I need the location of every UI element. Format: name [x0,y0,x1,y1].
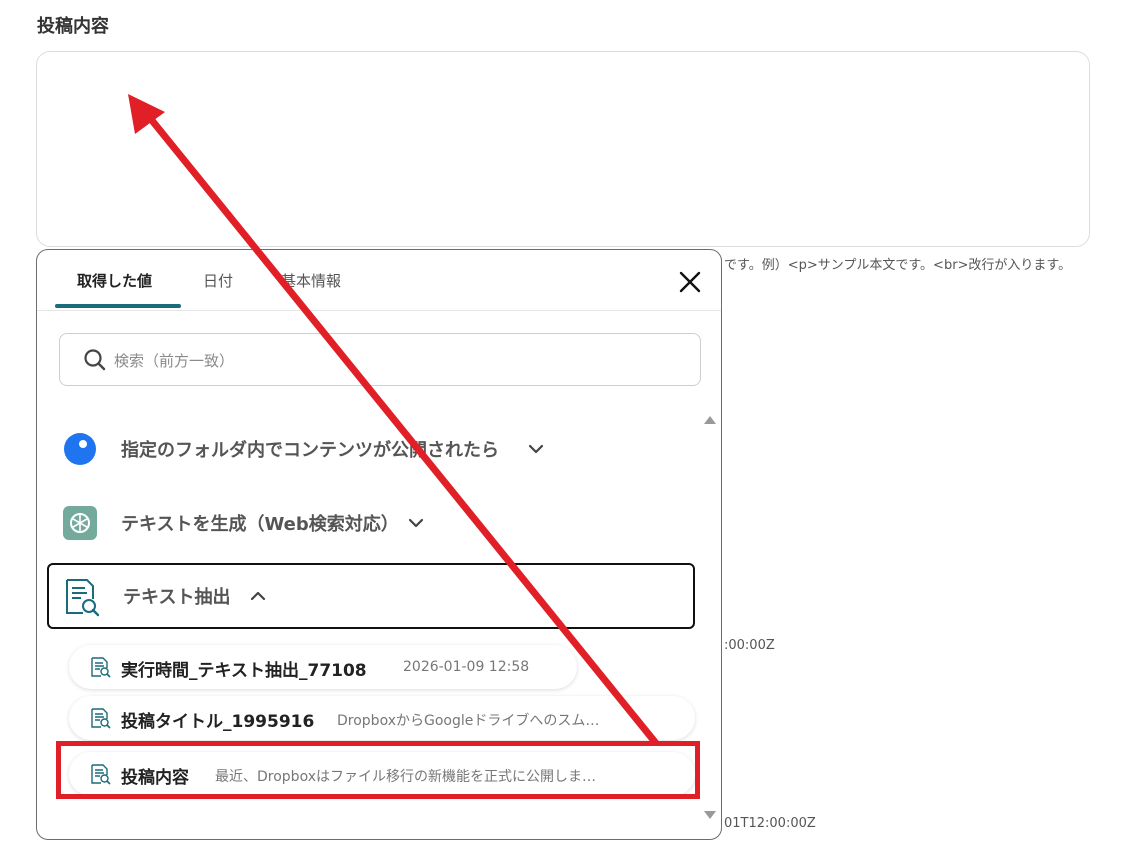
scroll-down-arrow[interactable] [704,811,716,819]
group-text-extraction[interactable]: テキスト抽出 [47,563,695,629]
help-text: です。例）<p>サンプル本文です。<br>改行が入ります。 [724,258,1072,273]
annotation-highlight-box [56,741,700,799]
chevron-down-icon [528,444,544,454]
search-box [59,333,701,386]
group-label: テキストを生成（Web検索対応） [121,514,399,535]
document-search-icon [91,657,111,678]
group-folder-published-trigger[interactable]: 指定のフォルダ内でコンテンツが公開されたら [47,416,695,482]
group-label: テキスト抽出 [123,587,231,608]
openai-icon [63,506,97,540]
list-item[interactable]: 実行時間_テキスト抽出_77108 2026-01-09 12:58 [69,645,577,689]
scroll-up-arrow[interactable] [704,416,716,424]
background-fragment: 01T12:00:00Z [724,816,816,831]
item-value: 2026-01-09 12:58 [403,659,530,675]
tab-date[interactable]: 日付 [203,270,233,291]
search-input[interactable] [112,346,676,376]
close-icon[interactable] [677,269,703,295]
item-name: 実行時間_テキスト抽出_77108 [121,661,367,681]
group-generate-text[interactable]: テキストを生成（Web検索対応） [47,490,695,556]
tab-acquired-values[interactable]: 取得した値 [77,270,152,291]
list-item[interactable]: 投稿タイトル_1995916 DropboxからGoogleドライブへのスム… [69,696,695,740]
post-content-textarea[interactable] [36,51,1090,247]
document-search-icon [91,708,111,729]
item-name: 投稿タイトル_1995916 [121,712,315,732]
background-fragment: :00:00Z [724,638,775,653]
chevron-up-icon [250,591,266,601]
document-search-icon [66,579,100,617]
tab-bar: 取得した値 日付 基本情報 [37,250,721,311]
search-icon [84,349,106,371]
field-label: 投稿内容 [37,16,109,37]
item-value: DropboxからGoogleドライブへのスム… [337,713,600,729]
chevron-down-icon [408,518,424,528]
group-label: 指定のフォルダ内でコンテンツが公開されたら [121,440,499,461]
blue-circle-icon [64,433,96,465]
tab-basic-info[interactable]: 基本情報 [281,270,341,291]
active-tab-underline [55,304,181,308]
